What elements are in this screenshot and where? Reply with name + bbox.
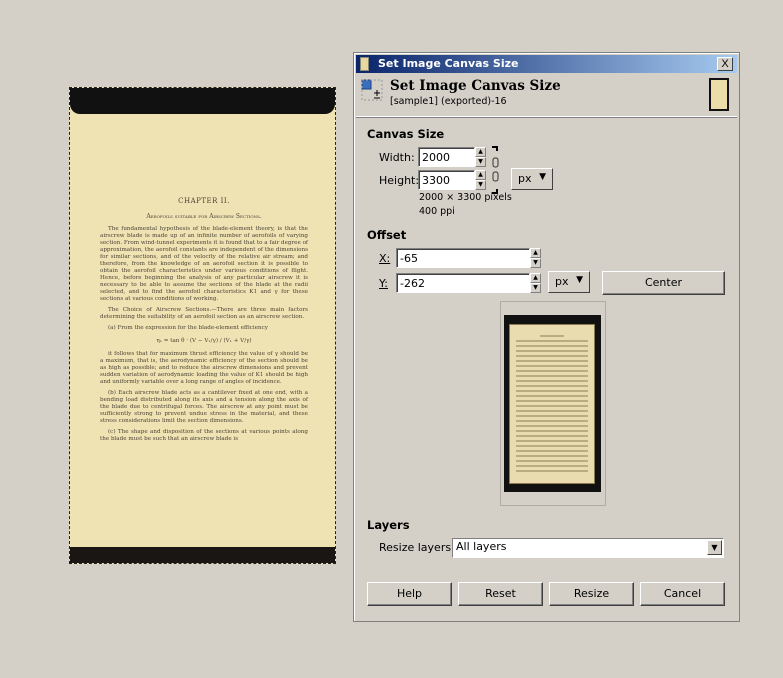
scan-dark-border-top bbox=[70, 88, 335, 114]
resize-layers-label: Resize layers: bbox=[379, 541, 455, 554]
spin-down-icon[interactable]: ▼ bbox=[475, 157, 486, 167]
preview-line bbox=[516, 360, 588, 362]
help-button[interactable]: Help bbox=[367, 582, 452, 606]
window-title: Set Image Canvas Size bbox=[378, 57, 519, 70]
paragraph: (c) The shape and disposition of the sec… bbox=[100, 429, 308, 442]
preview-line bbox=[516, 370, 588, 372]
image-thumbnail bbox=[709, 78, 729, 111]
reset-button[interactable]: Reset bbox=[458, 582, 543, 606]
preview-line bbox=[516, 450, 588, 452]
preview-line bbox=[516, 430, 588, 432]
offset-y-input[interactable] bbox=[396, 273, 530, 293]
resize-layers-select[interactable]: All layers ▼ bbox=[452, 538, 724, 558]
header-title: Set Image Canvas Size bbox=[390, 78, 561, 94]
spin-up-icon[interactable]: ▲ bbox=[530, 248, 541, 258]
preview-line bbox=[516, 460, 588, 462]
chapter-title: CHAPTER II. bbox=[178, 197, 230, 205]
close-button[interactable]: X bbox=[717, 57, 733, 71]
spin-up-icon[interactable]: ▲ bbox=[475, 170, 486, 180]
offset-y-spinner[interactable]: ▲ ▼ bbox=[530, 273, 541, 293]
spin-down-icon[interactable]: ▼ bbox=[475, 180, 486, 190]
pixel-dimensions: 2000 × 3300 pixels bbox=[419, 192, 512, 203]
offset-x-label: X: bbox=[379, 252, 391, 265]
offset-heading: Offset bbox=[367, 228, 407, 242]
preview-line bbox=[516, 425, 588, 427]
canvas-size-heading: Canvas Size bbox=[367, 127, 445, 141]
size-unit-select[interactable]: px ▼ bbox=[511, 168, 553, 190]
preview-line bbox=[516, 415, 588, 417]
preview-image bbox=[504, 315, 601, 492]
preview-line bbox=[516, 365, 588, 367]
height-label: Height: bbox=[379, 174, 420, 187]
spin-up-icon[interactable]: ▲ bbox=[530, 273, 541, 283]
unit-value: px bbox=[518, 172, 532, 185]
preview-line bbox=[516, 455, 588, 457]
preview-line bbox=[516, 435, 588, 437]
spin-down-icon[interactable]: ▼ bbox=[530, 283, 541, 293]
height-spinner[interactable]: ▲ ▼ bbox=[475, 170, 486, 190]
paragraph: (a) From the expression for the blade-el… bbox=[108, 325, 268, 331]
dropdown-arrow-icon: ▼ bbox=[539, 172, 546, 182]
preview-line bbox=[516, 470, 588, 472]
image-name: [sample1] (exported)-16 bbox=[390, 96, 507, 107]
title-bar[interactable]: Set Image Canvas Size X bbox=[356, 55, 737, 73]
width-label: Width: bbox=[379, 151, 415, 164]
spin-down-icon[interactable]: ▼ bbox=[530, 258, 541, 268]
preview-line bbox=[516, 350, 588, 352]
preview-line bbox=[516, 420, 588, 422]
chapter-heading: Aerofoils suitable for Airscrew Sections… bbox=[146, 213, 262, 220]
paragraph: (b) Each airscrew blade acts as a cantil… bbox=[100, 390, 308, 424]
preview-line bbox=[516, 345, 588, 347]
preview-page bbox=[509, 324, 595, 484]
preview-line bbox=[516, 410, 588, 412]
canvas-size-dialog: Set Image Canvas Size X Set Image Canvas… bbox=[353, 52, 740, 622]
preview-line bbox=[516, 340, 588, 342]
image-canvas[interactable]: CHAPTER II. Aerofoils suitable for Airsc… bbox=[69, 87, 336, 564]
preview-line bbox=[516, 465, 588, 467]
center-button[interactable]: Center bbox=[602, 271, 725, 295]
offset-x-input[interactable] bbox=[396, 248, 530, 268]
dropdown-arrow-icon: ▼ bbox=[576, 275, 583, 285]
preview-line bbox=[516, 380, 588, 382]
cancel-button[interactable]: Cancel bbox=[640, 582, 725, 606]
document-page: CHAPTER II. Aerofoils suitable for Airsc… bbox=[100, 198, 308, 447]
preview-line bbox=[516, 355, 588, 357]
resolution: 400 ppi bbox=[419, 206, 455, 217]
paragraph: The Choice of Airscrew Sections.—There a… bbox=[100, 307, 308, 320]
offset-y-label: Y: bbox=[379, 277, 388, 290]
preview-line bbox=[516, 385, 588, 387]
preview-line bbox=[516, 400, 588, 402]
offset-x-spinner[interactable]: ▲ ▼ bbox=[530, 248, 541, 268]
dialog-header: Set Image Canvas Size [sample1] (exporte… bbox=[356, 73, 737, 117]
preview-line bbox=[516, 375, 588, 377]
app-icon bbox=[360, 57, 369, 71]
width-spinner[interactable]: ▲ ▼ bbox=[475, 147, 486, 167]
resize-button[interactable]: Resize bbox=[549, 582, 634, 606]
offset-unit-select[interactable]: px ▼ bbox=[548, 271, 590, 293]
width-input[interactable] bbox=[418, 147, 475, 167]
paragraph: it follows that for maximum thrust effic… bbox=[100, 351, 308, 385]
chain-link-icon[interactable] bbox=[490, 146, 502, 194]
paragraph: The fundamental hypothesis of the blade-… bbox=[100, 226, 309, 302]
preview-line bbox=[540, 335, 564, 337]
resize-layers-value: All layers bbox=[456, 540, 507, 553]
preview-line bbox=[516, 390, 588, 392]
preview-line bbox=[516, 405, 588, 407]
equation: η₁ = tan θ · (V − V₁/γ) / (V₁ + V/γ) bbox=[156, 338, 252, 344]
unit-value: px bbox=[555, 275, 569, 288]
spin-up-icon[interactable]: ▲ bbox=[475, 147, 486, 157]
layers-heading: Layers bbox=[367, 518, 410, 532]
preview-line bbox=[516, 445, 588, 447]
scan-dark-border-bottom bbox=[70, 547, 335, 563]
height-input[interactable] bbox=[418, 170, 475, 190]
offset-preview[interactable] bbox=[500, 301, 606, 506]
preview-line bbox=[516, 395, 588, 397]
dropdown-arrow-icon[interactable]: ▼ bbox=[707, 540, 722, 555]
canvas-size-icon bbox=[361, 79, 383, 101]
preview-line bbox=[516, 440, 588, 442]
